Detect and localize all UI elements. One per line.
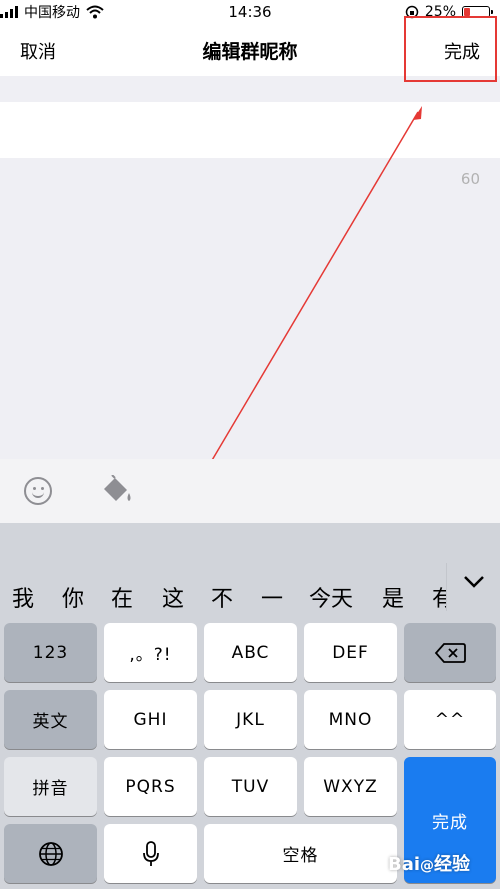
candidate-word[interactable]: 一 <box>261 581 283 613</box>
key-punctuation[interactable]: ,。?! <box>104 623 197 682</box>
candidate-word[interactable]: 你 <box>62 581 84 613</box>
key-ghi[interactable]: GHI <box>104 690 197 749</box>
delete-key[interactable] <box>404 623 496 682</box>
key-english[interactable]: 英文 <box>4 690 97 749</box>
space-key[interactable]: 空格 <box>204 824 397 883</box>
backspace-icon <box>434 642 466 663</box>
candidate-word[interactable]: 这 <box>162 581 184 613</box>
smiley-icon[interactable] <box>24 477 52 505</box>
globe-icon <box>38 841 63 866</box>
chevron-down-icon <box>464 576 484 588</box>
char-counter: 60 <box>460 170 480 188</box>
candidate-word[interactable]: 不 <box>211 581 233 613</box>
highlight-box <box>404 16 497 82</box>
watermark: Bai@经验 <box>388 854 471 875</box>
candidate-word[interactable]: 今天 <box>309 581 353 613</box>
key-wxyz[interactable]: WXYZ <box>304 757 397 816</box>
expand-candidates-button[interactable] <box>446 563 500 611</box>
keyboard: 我 你 在 这 不 一 今天 是 有 123 ,。?! ABC DEF 英文 G… <box>0 523 500 889</box>
key-emoticon[interactable]: ^^ <box>404 690 496 749</box>
key-tuv[interactable]: TUV <box>204 757 297 816</box>
key-pqrs[interactable]: PQRS <box>104 757 197 816</box>
candidate-word[interactable]: 在 <box>111 581 133 613</box>
key-pinyin[interactable]: 拼音 <box>4 757 97 816</box>
candidate-word[interactable]: 我 <box>12 581 34 613</box>
cancel-button[interactable]: 取消 <box>20 38 56 64</box>
key-123[interactable]: 123 <box>4 623 97 682</box>
candidate-bar: 我 你 在 这 不 一 今天 是 有 <box>0 523 500 615</box>
microphone-icon <box>142 840 159 866</box>
microphone-key[interactable] <box>104 824 197 883</box>
input-toolbar <box>0 459 500 523</box>
paint-bucket-icon[interactable] <box>100 475 134 507</box>
key-mno[interactable]: MNO <box>304 690 397 749</box>
candidate-word[interactable]: 是 <box>382 581 404 613</box>
group-nickname-input[interactable] <box>0 102 500 158</box>
key-abc[interactable]: ABC <box>204 623 297 682</box>
key-jkl[interactable]: JKL <box>204 690 297 749</box>
key-def[interactable]: DEF <box>304 623 397 682</box>
globe-key[interactable] <box>4 824 97 883</box>
